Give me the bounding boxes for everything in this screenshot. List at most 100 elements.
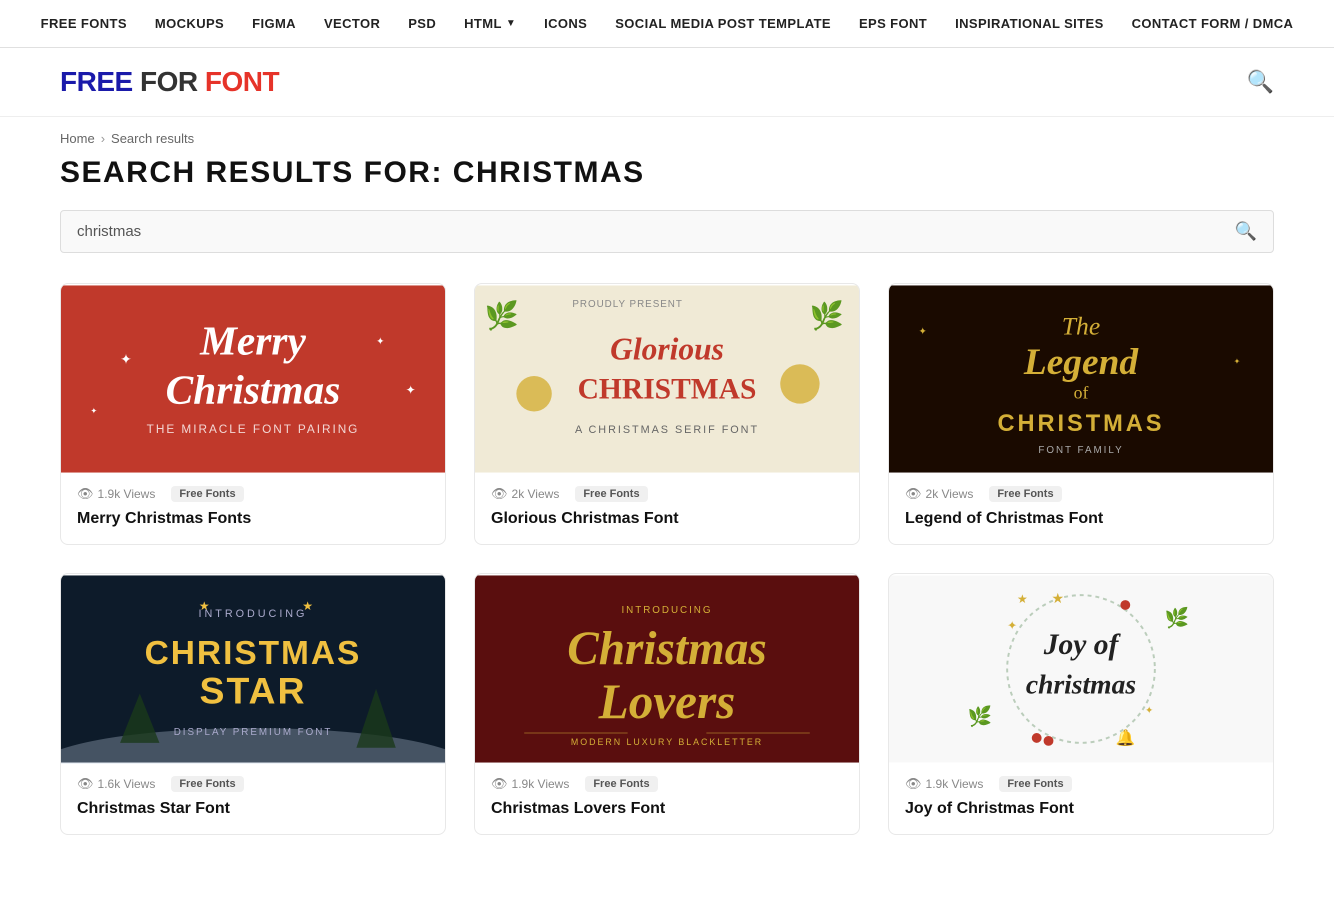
main-nav: FREE FONTS MOCKUPS FIGMA VECTOR PSD HTML ▼ ICO… [0,0,1334,48]
site-logo[interactable]: FREE FOR FONT [60,66,279,98]
svg-text:🌿: 🌿 [968,705,993,728]
card-meta: 👁 2k Views Free Fonts [889,474,1273,506]
svg-text:🌿: 🌿 [485,300,519,332]
card-thumbnail: INTRODUCING Christmas Lovers MODERN LUXU… [475,574,859,764]
card-views: 👁 1.6k Views [77,776,155,792]
svg-text:Glorious: Glorious [610,331,724,366]
card-views-count: 1.9k Views [512,777,570,791]
card-badge: Free Fonts [999,776,1071,792]
card-views-count: 1.9k Views [926,777,984,791]
card-christmas-lovers[interactable]: INTRODUCING Christmas Lovers MODERN LUXU… [474,573,860,835]
search-submit-icon[interactable]: 🔍 [1235,221,1257,242]
svg-text:★: ★ [1051,591,1063,606]
svg-text:christmas: christmas [1026,669,1136,700]
card-views: 👁 1.9k Views [77,486,155,502]
eye-icon: 👁 [491,486,508,502]
nav-item-vector[interactable]: VECTOR [324,16,380,31]
nav-item-free-fonts[interactable]: FREE FONTS [41,16,127,31]
card-views: 👁 2k Views [905,486,973,502]
eye-icon: 👁 [905,776,922,792]
svg-text:✦: ✦ [1145,705,1153,716]
card-meta: 👁 1.9k Views Free Fonts [889,764,1273,796]
card-views-count: 1.6k Views [98,777,156,791]
breadcrumb-current: Search results [111,131,194,146]
svg-text:★: ★ [199,599,210,613]
card-views-count: 1.9k Views [98,487,156,501]
svg-text:✦: ✦ [406,383,416,397]
card-thumbnail: INTRODUCING CHRISTMAS STAR DISPLAY PREMI… [61,574,445,764]
svg-text:CHRISTMAS: CHRISTMAS [145,635,362,672]
nav-item-social-media[interactable]: SOCIAL MEDIA POST TEMPLATE [615,16,831,31]
card-title: Christmas Star Font [61,796,445,834]
card-badge: Free Fonts [171,486,243,502]
svg-text:Lovers: Lovers [598,674,736,729]
card-thumbnail: 🌿 🌿 PROUDLY PRESENT Glorious CHRISTMAS A… [475,284,859,474]
site-header: FREE FOR FONT 🔍 [0,48,1334,117]
svg-text:The: The [1062,312,1100,341]
svg-text:CHRISTMAS: CHRISTMAS [997,411,1164,437]
eye-icon: 👁 [77,776,94,792]
logo-free: FREE [60,66,140,97]
nav-item-psd[interactable]: PSD [408,16,436,31]
svg-text:🌿: 🌿 [1165,607,1190,630]
card-meta: 👁 1.9k Views Free Fonts [475,764,859,796]
card-thumbnail: Merry Christmas THE MIRACLE FONT PAIRING… [61,284,445,474]
page-title: SEARCH RESULTS FOR: CHRISTMAS [0,152,1334,210]
nav-item-icons[interactable]: ICONS [544,16,587,31]
card-title: Glorious Christmas Font [475,506,859,544]
card-title: Joy of Christmas Font [889,796,1273,834]
svg-text:A CHRISTMAS SERIF FONT: A CHRISTMAS SERIF FONT [575,424,759,436]
logo-for: FOR [140,66,205,97]
svg-text:Joy of: Joy of [1043,629,1122,661]
eye-icon: 👁 [77,486,94,502]
svg-text:✦: ✦ [1234,357,1241,366]
nav-item-html[interactable]: HTML ▼ [464,16,516,31]
card-christmas-star[interactable]: INTRODUCING CHRISTMAS STAR DISPLAY PREMI… [60,573,446,835]
card-views-count: 2k Views [512,487,560,501]
card-merry-christmas[interactable]: Merry Christmas THE MIRACLE FONT PAIRING… [60,283,446,545]
card-views: 👁 1.9k Views [905,776,983,792]
card-title: Christmas Lovers Font [475,796,859,834]
card-joy-christmas[interactable]: 🌿 🌿 ✦ ✦ ★ 🔔 ★ Joy of christmas 👁 1.9k Vi… [888,573,1274,835]
card-badge: Free Fonts [575,486,647,502]
svg-text:✦: ✦ [91,406,98,415]
card-meta: 👁 2k Views Free Fonts [475,474,859,506]
card-title: Legend of Christmas Font [889,506,1273,544]
card-badge: Free Fonts [171,776,243,792]
svg-text:Christmas: Christmas [166,367,341,413]
card-legend-christmas[interactable]: The Legend of CHRISTMAS FONT FAMILY ✦ ✦ … [888,283,1274,545]
svg-text:INTRODUCING: INTRODUCING [199,608,308,620]
breadcrumb-home[interactable]: Home [60,131,95,146]
nav-item-eps-font[interactable]: EPS FONT [859,16,927,31]
svg-text:MODERN LUXURY BLACKLETTER: MODERN LUXURY BLACKLETTER [571,737,763,747]
svg-text:THE MIRACLE FONT PAIRING: THE MIRACLE FONT PAIRING [147,422,360,436]
svg-text:✦: ✦ [120,352,132,367]
card-glorious-christmas[interactable]: 🌿 🌿 PROUDLY PRESENT Glorious CHRISTMAS A… [474,283,860,545]
card-thumbnail: 🌿 🌿 ✦ ✦ ★ 🔔 ★ Joy of christmas [889,574,1273,764]
nav-item-figma[interactable]: FIGMA [252,16,296,31]
nav-item-contact[interactable]: CONTACT FORM / DMCA [1132,16,1294,31]
svg-text:🌿: 🌿 [810,300,844,332]
breadcrumb: Home › Search results [0,117,1334,152]
card-thumbnail: The Legend of CHRISTMAS FONT FAMILY ✦ ✦ [889,284,1273,474]
svg-text:DISPLAY PREMIUM FONT: DISPLAY PREMIUM FONT [174,727,333,738]
card-meta: 👁 1.9k Views Free Fonts [61,474,445,506]
nav-item-inspirational[interactable]: INSPIRATIONAL SITES [955,16,1104,31]
search-icon[interactable]: 🔍 [1247,69,1274,95]
search-input[interactable] [77,223,1235,240]
search-bar: 🔍 [60,210,1274,253]
svg-text:INTRODUCING: INTRODUCING [621,605,712,616]
card-views: 👁 1.9k Views [491,776,569,792]
svg-text:PROUDLY PRESENT: PROUDLY PRESENT [572,299,683,310]
svg-text:Christmas: Christmas [567,623,767,675]
breadcrumb-separator: › [101,131,105,146]
svg-text:🔔: 🔔 [1115,729,1135,747]
nav-item-mockups[interactable]: MOCKUPS [155,16,224,31]
card-badge: Free Fonts [989,486,1061,502]
svg-text:★: ★ [302,599,313,613]
card-views: 👁 2k Views [491,486,559,502]
svg-text:of: of [1074,383,1089,403]
svg-text:Merry: Merry [199,317,306,363]
eye-icon: 👁 [905,486,922,502]
search-bar-wrap: 🔍 [0,210,1334,283]
